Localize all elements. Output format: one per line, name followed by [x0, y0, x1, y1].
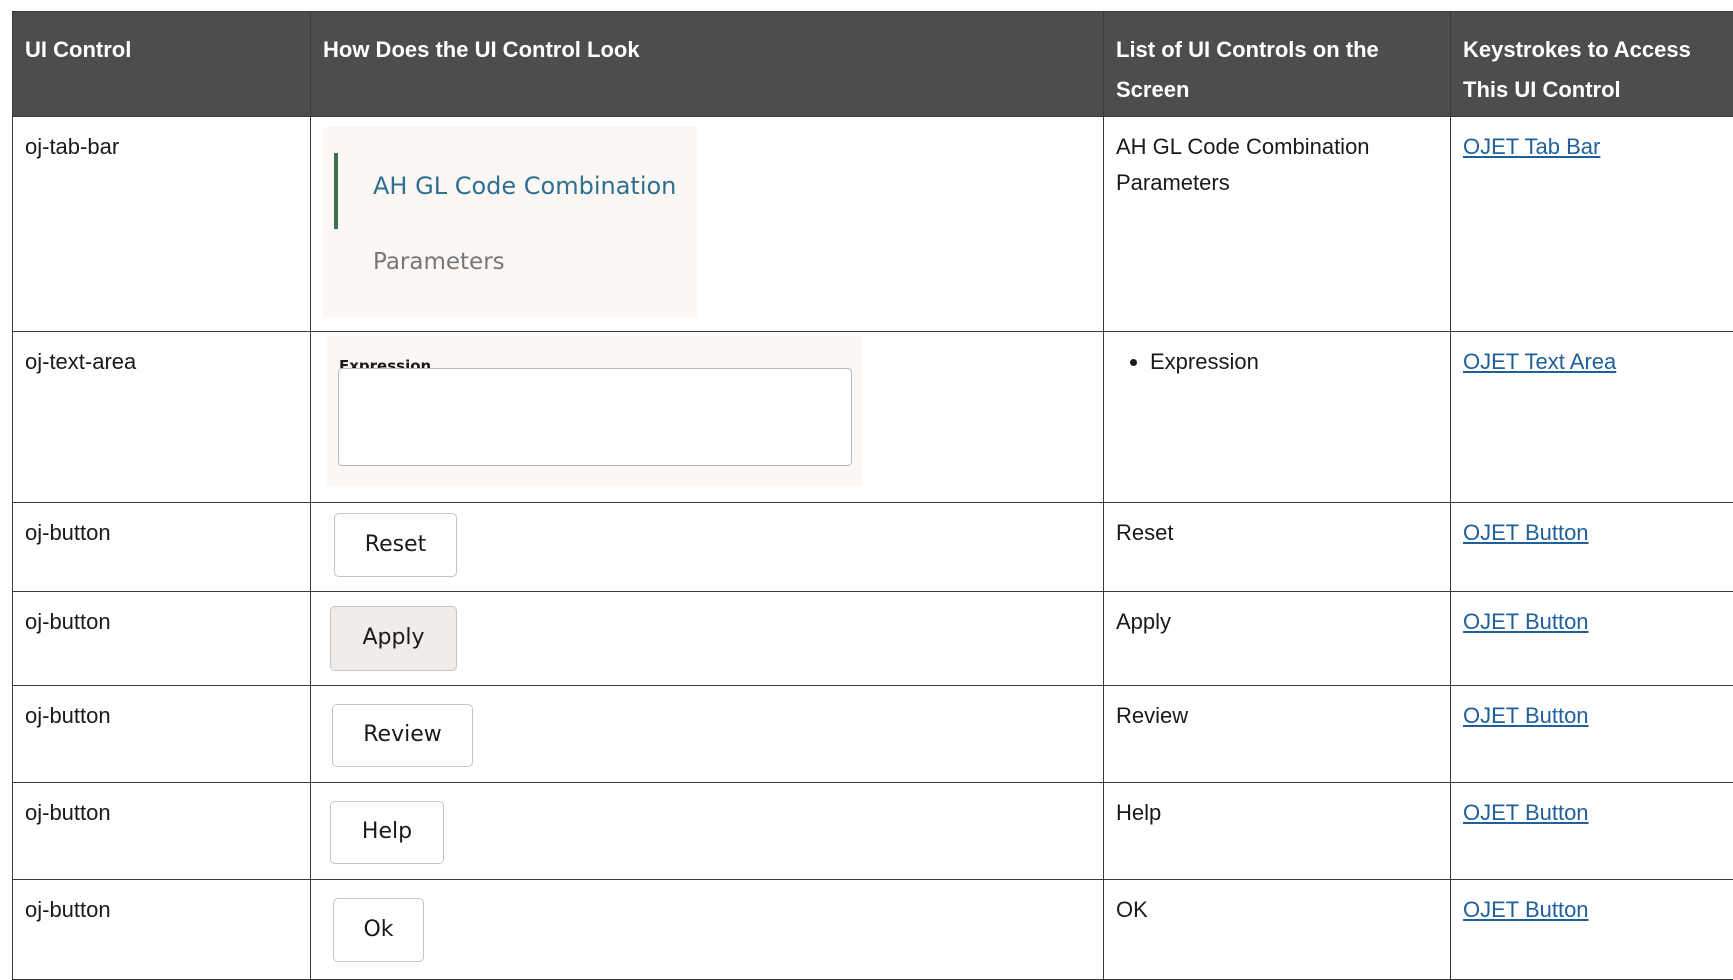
- sample-cell: Apply: [311, 592, 1104, 686]
- control-name: oj-button: [13, 783, 311, 880]
- help-button[interactable]: Help: [330, 801, 444, 864]
- ojet-button-link[interactable]: OJET Button: [1463, 520, 1589, 545]
- ojet-button-link[interactable]: OJET Button: [1463, 703, 1589, 728]
- ojet-button-link[interactable]: OJET Button: [1463, 800, 1589, 825]
- header-how-look: How Does the UI Control Look: [311, 12, 1104, 117]
- ojet-tab-bar-link[interactable]: OJET Tab Bar: [1463, 134, 1600, 159]
- control-list: Review: [1104, 686, 1451, 783]
- ojet-button-link[interactable]: OJET Button: [1463, 897, 1589, 922]
- tab-selected-indicator: [334, 153, 338, 229]
- table-row: oj-button Help Help OJET Button: [13, 783, 1733, 880]
- header-list-controls: List of UI Controls on the Screen: [1104, 12, 1451, 117]
- expression-text-area[interactable]: [338, 368, 852, 466]
- control-name: oj-text-area: [13, 332, 311, 503]
- control-list: OK: [1104, 880, 1451, 980]
- control-list: Expression: [1104, 332, 1451, 503]
- control-name: oj-button: [13, 503, 311, 592]
- reset-button[interactable]: Reset: [334, 513, 457, 577]
- tab-parameters[interactable]: Parameters: [373, 247, 505, 277]
- control-name: oj-button: [13, 686, 311, 783]
- sample-cell: Expression: [311, 332, 1104, 503]
- table-row: oj-tab-bar AH GL Code Combination Parame…: [13, 117, 1733, 332]
- keystroke-cell: OJET Button: [1451, 686, 1733, 783]
- ojet-button-link[interactable]: OJET Button: [1463, 609, 1589, 634]
- table-row: oj-button Review Review OJET Button: [13, 686, 1733, 783]
- control-list: Reset: [1104, 503, 1451, 592]
- ojet-text-area-link[interactable]: OJET Text Area: [1463, 349, 1616, 374]
- keystroke-cell: OJET Button: [1451, 592, 1733, 686]
- list-item: Expression: [1150, 344, 1438, 380]
- apply-button[interactable]: Apply: [330, 606, 457, 671]
- keystroke-cell: OJET Button: [1451, 503, 1733, 592]
- table-row: oj-button Reset Reset OJET Button: [13, 503, 1733, 592]
- review-button[interactable]: Review: [332, 704, 473, 767]
- header-row: UI Control How Does the UI Control Look …: [13, 12, 1733, 117]
- control-name: oj-button: [13, 592, 311, 686]
- ok-button[interactable]: Ok: [333, 898, 424, 962]
- tab-bar-sample: AH GL Code Combination Parameters: [323, 127, 697, 317]
- table-row: oj-button Ok OK OJET Button: [13, 880, 1733, 980]
- header-ui-control: UI Control: [13, 12, 311, 117]
- sample-cell: Ok: [311, 880, 1104, 980]
- text-area-sample: Expression: [327, 336, 863, 486]
- control-list: Help: [1104, 783, 1451, 880]
- control-name: oj-button: [13, 880, 311, 980]
- ui-controls-table: UI Control How Does the UI Control Look …: [12, 11, 1733, 980]
- sample-cell: Help: [311, 783, 1104, 880]
- control-list: Apply: [1104, 592, 1451, 686]
- keystroke-cell: OJET Button: [1451, 880, 1733, 980]
- keystroke-cell: OJET Tab Bar: [1451, 117, 1733, 332]
- header-keystrokes: Keystrokes to Access This UI Control: [1451, 12, 1733, 117]
- control-bullet-list: Expression: [1116, 344, 1438, 380]
- tab-ah-gl-code-combination[interactable]: AH GL Code Combination: [373, 171, 676, 201]
- sample-cell: Review: [311, 686, 1104, 783]
- sample-cell: Reset: [311, 503, 1104, 592]
- control-list: AH GL Code Combination Parameters: [1104, 117, 1451, 332]
- control-name: oj-tab-bar: [13, 117, 311, 332]
- keystroke-cell: OJET Text Area: [1451, 332, 1733, 503]
- table-row: oj-button Apply Apply OJET Button: [13, 592, 1733, 686]
- keystroke-cell: OJET Button: [1451, 783, 1733, 880]
- table-row: oj-text-area Expression Expression OJET …: [13, 332, 1733, 503]
- sample-cell: AH GL Code Combination Parameters: [311, 117, 1104, 332]
